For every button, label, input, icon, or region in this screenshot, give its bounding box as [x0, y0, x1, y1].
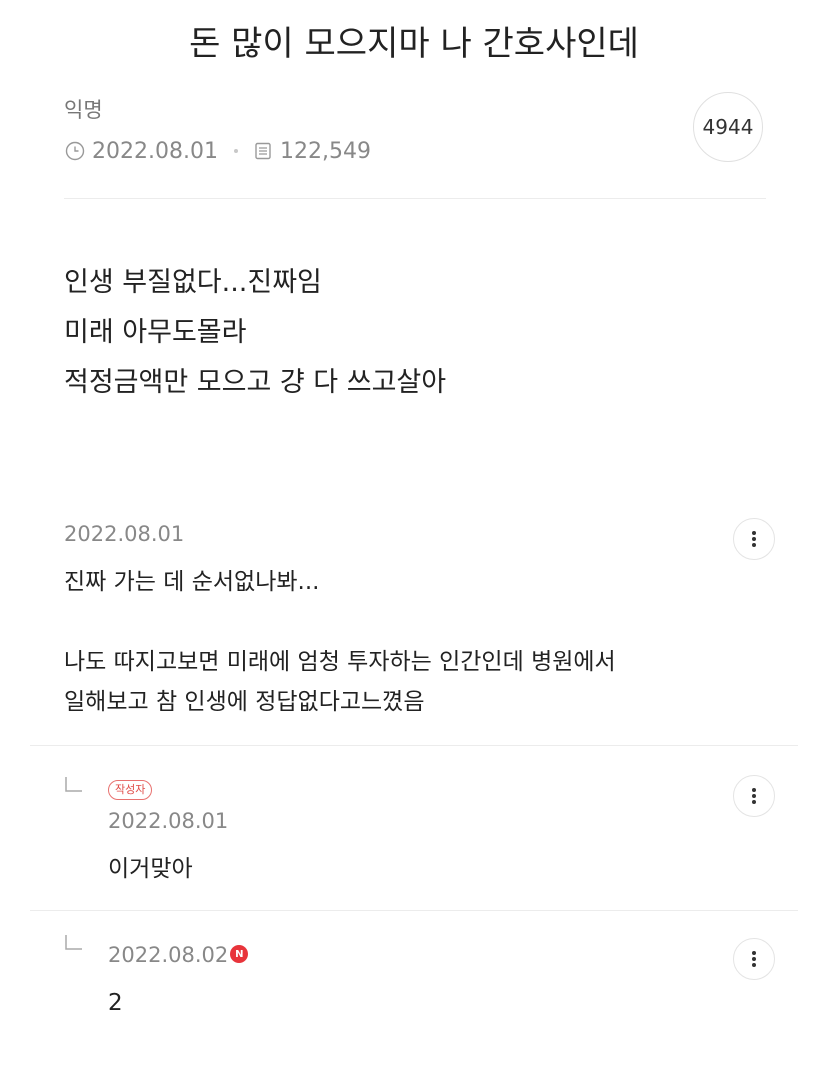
post-body-line: 미래 아무도몰라	[64, 317, 247, 348]
comment-more-button[interactable]	[733, 518, 775, 560]
more-vertical-icon	[751, 950, 757, 968]
post-meta: 2022.08.01 122,549	[64, 136, 371, 166]
more-vertical-icon	[751, 530, 757, 548]
comment-count-button[interactable]: 4944	[693, 92, 763, 162]
post-body-line: 인생 부질없다...진짜임	[64, 267, 322, 298]
meta-separator	[233, 149, 238, 153]
reply-date-row: 2022.08.02 N	[108, 943, 249, 967]
post-author: 익명	[64, 98, 103, 122]
clock-icon	[64, 140, 86, 162]
comment-line	[64, 602, 784, 642]
comment-divider	[30, 910, 798, 911]
reply-more-button[interactable]	[733, 938, 775, 980]
post-title: 돈 많이 모으지마 나 간호사인데	[189, 24, 639, 64]
reply-arrow-icon	[64, 934, 84, 954]
post-body-line: 적정금액만 모으고 걍 다 쓰고살아	[64, 367, 447, 398]
reply-date: 2022.08.02	[108, 943, 229, 967]
post-body: 인생 부질없다...진짜임 미래 아무도몰라 적정금액만 모으고 걍 다 쓰고살…	[64, 258, 764, 408]
comment-line: 진짜 가는 데 순서없나봐...	[64, 569, 320, 595]
more-vertical-icon	[751, 787, 757, 805]
post-views: 122,549	[279, 138, 371, 164]
comment-line: 나도 따지고보면 미래에 엄청 투자하는 인간인데 병원에서	[64, 649, 616, 675]
comment-divider	[30, 745, 798, 746]
header-divider	[64, 198, 766, 199]
author-tag: 작성자	[108, 780, 153, 800]
new-badge: N	[230, 945, 249, 963]
comment-line: 일해보고 참 인생에 정답없다고느꼈음	[64, 689, 425, 715]
reply-text: 2	[108, 990, 123, 1016]
document-icon	[252, 140, 274, 162]
comment-date: 2022.08.01	[64, 522, 185, 546]
post-date: 2022.08.01	[92, 138, 218, 164]
reply-date: 2022.08.01	[108, 809, 229, 833]
reply-arrow-icon	[64, 776, 84, 796]
reply-text: 이거맞아	[108, 856, 193, 882]
reply-more-button[interactable]	[733, 775, 775, 817]
comment-body: 진짜 가는 데 순서없나봐... 나도 따지고보면 미래에 엄청 투자하는 인간…	[64, 562, 784, 722]
